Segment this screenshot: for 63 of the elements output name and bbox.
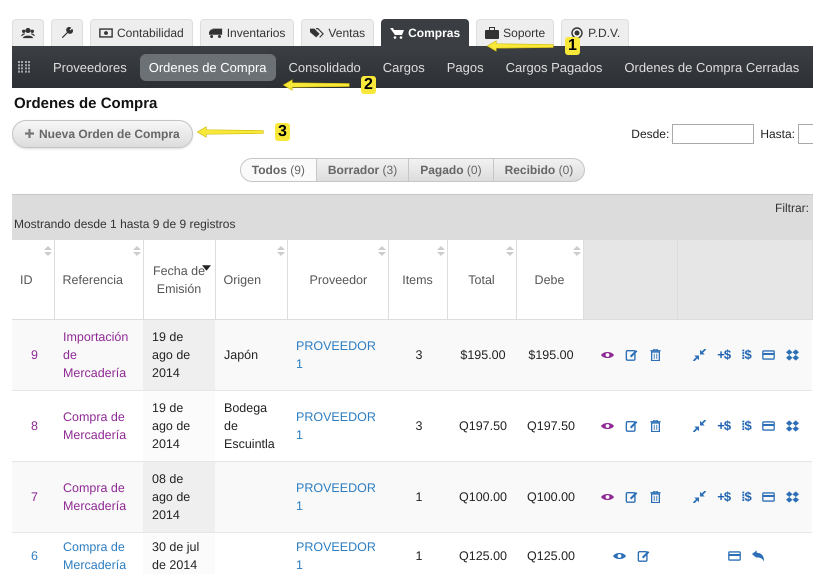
module-tab[interactable]: Soporte: [476, 19, 554, 46]
id-link[interactable]: 9: [12, 320, 54, 390]
status-filter-button[interactable]: Todos (9): [240, 158, 317, 182]
from-label: Desde:: [631, 127, 670, 141]
sub-nav-link[interactable]: Pagos: [438, 54, 493, 80]
column-header[interactable]: Origen: [215, 240, 287, 320]
module-tab[interactable]: Ventas: [301, 19, 374, 46]
origin-cell-text: Japón: [224, 347, 260, 364]
total-cell-text: $195.00: [459, 347, 507, 364]
column-header[interactable]: Debe: [516, 240, 583, 320]
total-cell-text: Q100.00: [458, 489, 508, 506]
items-cell-text: 1: [414, 489, 424, 506]
new-order-button[interactable]: Nueva Orden de Compra: [12, 120, 193, 148]
status-filter-button[interactable]: Pagado (0): [409, 158, 494, 182]
annotation-number: 1: [565, 37, 580, 55]
supplier-link[interactable]: PROVEEDOR 1: [296, 538, 382, 574]
sub-nav-link[interactable]: Cargos Pagados: [496, 54, 612, 80]
due-cell-text: Q125.00: [526, 548, 576, 564]
total-cell-text: Q197.50: [458, 418, 508, 435]
origin-cell-text: Bodega de Escuintla: [224, 400, 276, 453]
date-cell-text: 19 de ago de 2014: [152, 329, 192, 382]
date-cell-text: 30 de jul de 2014: [152, 538, 200, 574]
reference-link[interactable]: Compra de Mercadería: [63, 408, 137, 444]
status-filter-button[interactable]: Recibido (0): [494, 158, 586, 182]
id-link[interactable]: 6: [12, 532, 54, 574]
module-tab[interactable]: Inventarios: [200, 19, 294, 46]
id-link[interactable]: 7: [12, 462, 54, 532]
sub-nav-link[interactable]: Proveedores: [44, 54, 136, 80]
sub-nav-link[interactable]: Cargos: [374, 54, 434, 80]
items-cell-text: 3: [414, 418, 424, 435]
items-cell-text: 1: [414, 548, 424, 564]
annotation-number: 2: [361, 76, 376, 94]
reference-link[interactable]: Compra de Mercadería: [63, 538, 137, 574]
items-cell-text: 3: [414, 347, 424, 364]
module-tab[interactable]: Compras: [381, 19, 470, 46]
column-header[interactable]: Fecha de Emisión: [143, 240, 215, 320]
sub-nav-link[interactable]: Ordenes de Compra: [140, 54, 276, 80]
annotation-number: 3: [275, 123, 290, 141]
payment-action-icon[interactable]: ⁞$: [741, 346, 751, 364]
due-cell-text: Q197.50: [526, 418, 576, 435]
payment-action-icon[interactable]: ⁞$: [741, 417, 751, 435]
payment-action-icon[interactable]: +$: [717, 346, 730, 364]
due-cell-text: $195.00: [527, 347, 575, 364]
column-header[interactable]: ID: [12, 240, 54, 320]
page-title: Ordenes de Compra: [14, 95, 158, 112]
records-info: Mostrando desde 1 hasta 9 de 9 registros: [14, 217, 236, 231]
module-tab[interactable]: Contabilidad: [90, 19, 193, 46]
filter-label: Filtrar:: [775, 201, 809, 215]
date-cell-text: 08 de ago de 2014: [152, 471, 192, 524]
status-filter-button[interactable]: Borrador (3): [316, 158, 410, 182]
payment-action-icon[interactable]: ⁞$: [741, 488, 751, 506]
supplier-link[interactable]: PROVEEDOR 1: [296, 408, 382, 444]
due-cell-text: Q100.00: [526, 489, 576, 506]
column-header[interactable]: Items: [388, 240, 447, 320]
sub-nav-link[interactable]: Ordenes de Compra Cerradas: [615, 54, 808, 80]
column-header[interactable]: Proveedor: [287, 240, 388, 320]
column-header[interactable]: Total: [447, 240, 516, 320]
payment-action-icon[interactable]: +$: [717, 417, 730, 435]
to-label: Hasta:: [760, 127, 795, 141]
date-cell-text: 19 de ago de 2014: [152, 400, 192, 453]
payment-action-icon[interactable]: +$: [717, 488, 730, 506]
total-cell-text: Q125.00: [458, 548, 508, 564]
column-header[interactable]: Referencia: [54, 240, 143, 320]
